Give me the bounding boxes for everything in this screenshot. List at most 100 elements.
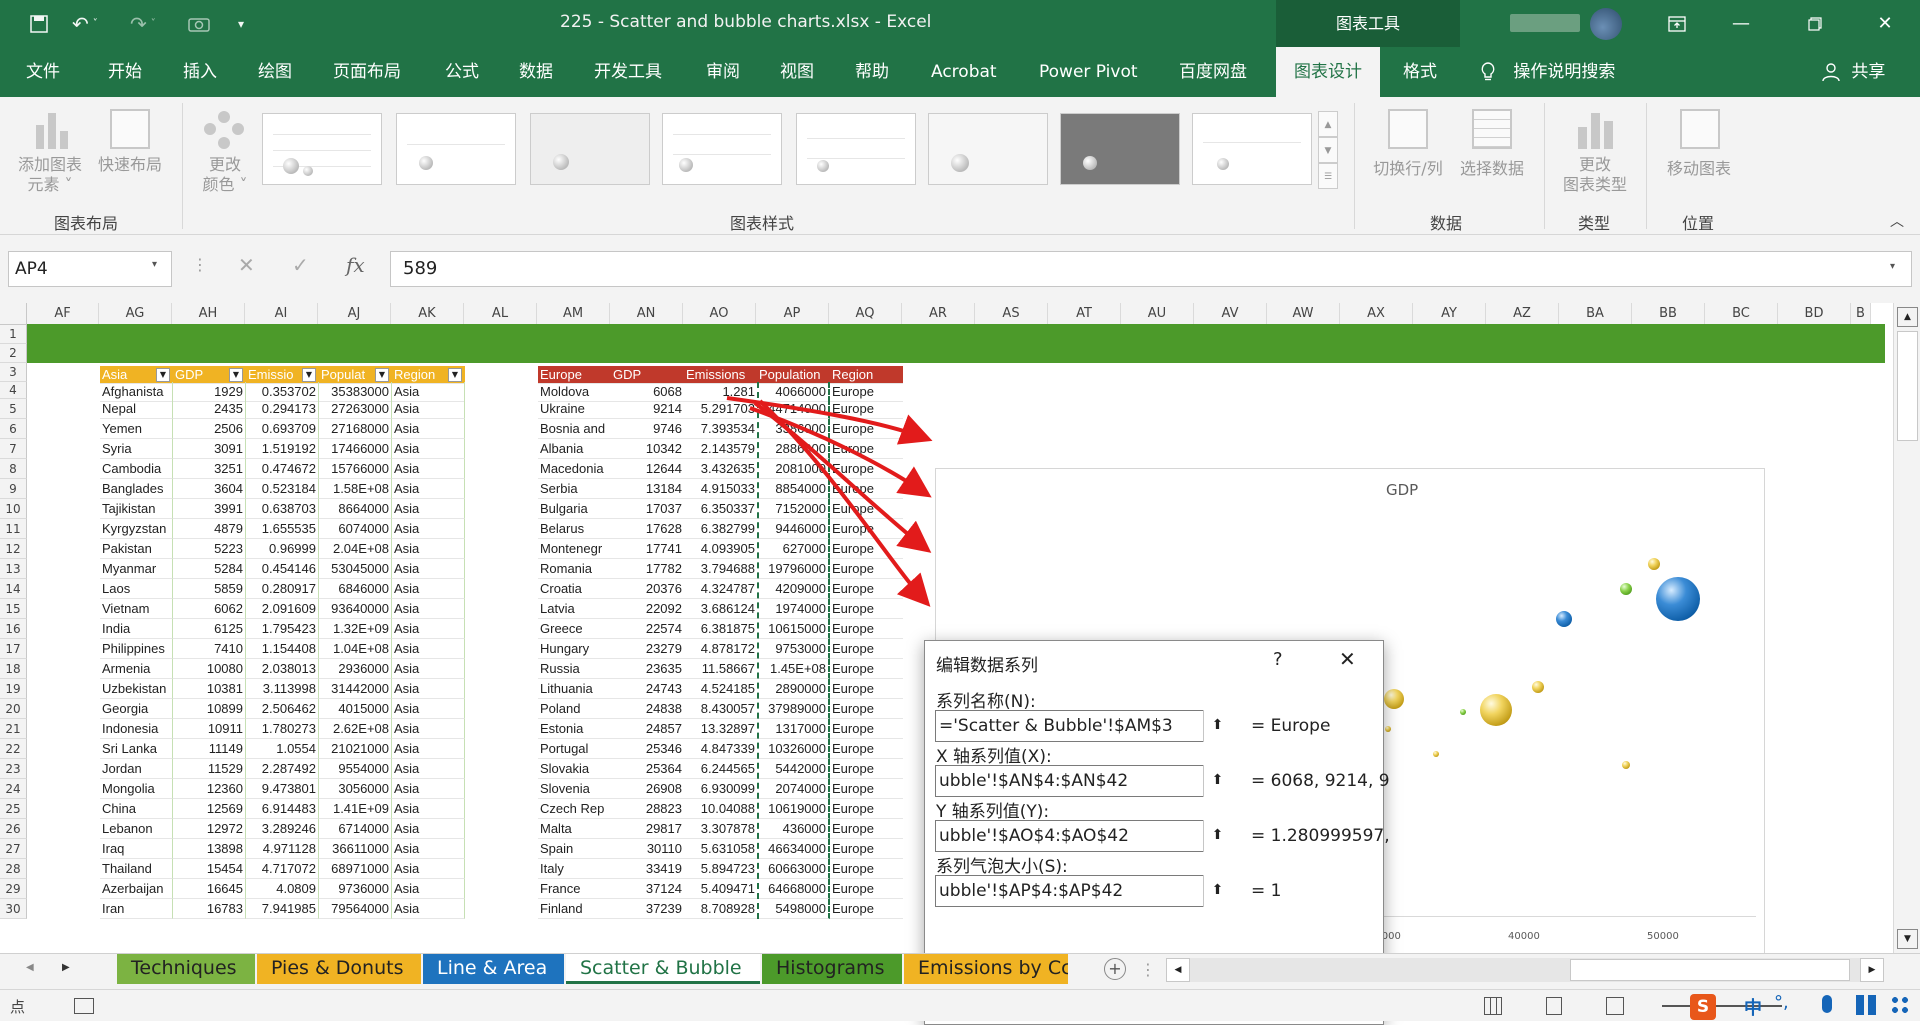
column-header[interactable]: AG <box>99 303 172 325</box>
cell[interactable]: 17628 <box>611 519 684 539</box>
row-header[interactable]: 18 <box>0 659 27 679</box>
cell[interactable]: Asia <box>392 759 465 779</box>
cell[interactable]: 0.693709 <box>246 419 319 439</box>
row-header[interactable]: 2 <box>0 344 27 363</box>
cell[interactable]: Europe <box>830 859 903 879</box>
cell[interactable]: Asia <box>392 519 465 539</box>
cell[interactable]: Malta <box>538 819 611 839</box>
cell[interactable]: 26908 <box>611 779 684 799</box>
cell[interactable]: 12644 <box>611 459 684 479</box>
cell[interactable]: 3.307878 <box>684 819 757 839</box>
cell[interactable]: Asia <box>392 559 465 579</box>
select-all-corner[interactable] <box>0 303 27 325</box>
cell[interactable]: 5859 <box>173 579 246 599</box>
sheet-tab-techniques[interactable]: Techniques <box>117 954 255 984</box>
bubble-point[interactable] <box>1433 751 1439 757</box>
cell[interactable]: 1.795423 <box>246 619 319 639</box>
cell[interactable]: 7410 <box>173 639 246 659</box>
cell[interactable]: 37124 <box>611 879 684 899</box>
cell[interactable]: Slovenia <box>538 779 611 799</box>
cell[interactable]: Portugal <box>538 739 611 759</box>
column-header[interactable]: AX <box>1340 303 1413 325</box>
cell[interactable]: Iraq <box>100 839 173 859</box>
cell[interactable]: Asia <box>392 539 465 559</box>
filter-dropdown-icon[interactable]: ▼ <box>302 368 316 382</box>
row-header[interactable]: 14 <box>0 579 27 599</box>
cell[interactable]: Europe <box>830 499 903 519</box>
chart-style-thumb-1[interactable] <box>262 113 382 185</box>
more-options-icon[interactable]: ⋮ <box>192 255 208 274</box>
page-layout-view-icon[interactable] <box>1546 997 1562 1015</box>
cell[interactable]: 0.96999 <box>246 539 319 559</box>
cell[interactable]: 3.794688 <box>684 559 757 579</box>
column-header[interactable]: AU <box>1121 303 1194 325</box>
cell[interactable]: 17782 <box>611 559 684 579</box>
cell[interactable]: Finland <box>538 899 611 919</box>
dialog-close-icon[interactable]: ✕ <box>1339 647 1356 671</box>
cell[interactable]: 2.506462 <box>246 699 319 719</box>
cell[interactable]: Macedonia <box>538 459 611 479</box>
sheet-tab-emissions[interactable]: Emissions by Cc ... <box>904 954 1068 984</box>
cell[interactable]: 21021000 <box>319 739 392 759</box>
cell[interactable]: Asia <box>392 619 465 639</box>
cell[interactable]: 2506 <box>173 419 246 439</box>
hscroll-right-icon[interactable]: ▶ <box>1860 958 1884 982</box>
minimize-icon[interactable]: — <box>1716 0 1766 47</box>
cell[interactable]: Iran <box>100 899 173 919</box>
cell[interactable]: 17037 <box>611 499 684 519</box>
restore-icon[interactable] <box>1790 0 1840 47</box>
cell[interactable]: 2.038013 <box>246 659 319 679</box>
save-icon[interactable] <box>30 0 48 47</box>
cell[interactable]: 7.941985 <box>246 899 319 919</box>
row-header[interactable]: 17 <box>0 639 27 659</box>
tab-insert[interactable]: 插入 <box>183 47 217 97</box>
cell[interactable]: Ukraine <box>538 399 611 419</box>
cell[interactable]: 27168000 <box>319 419 392 439</box>
cell[interactable]: Cambodia <box>100 459 173 479</box>
column-header[interactable]: AT <box>1048 303 1121 325</box>
cell[interactable]: 5.409471 <box>684 879 757 899</box>
cell[interactable]: 1.58E+08 <box>319 479 392 499</box>
tab-formulas[interactable]: 公式 <box>445 47 479 97</box>
cell[interactable]: 0.454146 <box>246 559 319 579</box>
cell[interactable]: Indonesia <box>100 719 173 739</box>
cell[interactable]: 15454 <box>173 859 246 879</box>
cell[interactable]: 0.523184 <box>246 479 319 499</box>
column-header[interactable]: AW <box>1267 303 1340 325</box>
row-header[interactable]: 5 <box>0 399 27 419</box>
cell[interactable]: 4.717072 <box>246 859 319 879</box>
cell[interactable]: 7.393534 <box>684 419 757 439</box>
share-button[interactable]: 共享 <box>1822 47 1885 97</box>
cell[interactable]: 3251 <box>173 459 246 479</box>
column-header[interactable]: AO <box>683 303 756 325</box>
collapse-dialog-icon[interactable]: ⬆ <box>1203 710 1231 742</box>
cell[interactable]: 4.524185 <box>684 679 757 699</box>
cell[interactable]: 10080 <box>173 659 246 679</box>
cell[interactable]: Europe <box>830 519 903 539</box>
column-header[interactable]: BB <box>1632 303 1705 325</box>
cell[interactable]: 13.32897 <box>684 719 757 739</box>
cell[interactable]: 20376 <box>611 579 684 599</box>
column-header[interactable]: AJ <box>318 303 391 325</box>
bubble-point[interactable] <box>1480 694 1512 726</box>
row-header[interactable]: 15 <box>0 599 27 619</box>
row-header[interactable]: 27 <box>0 839 27 859</box>
cell[interactable]: Europe <box>830 899 903 919</box>
cell[interactable]: 12569 <box>173 799 246 819</box>
cell[interactable]: Poland <box>538 699 611 719</box>
cell[interactable]: Sri Lanka <box>100 739 173 759</box>
cell[interactable]: Spain <box>538 839 611 859</box>
bubble-point[interactable] <box>1656 577 1700 621</box>
column-header[interactable]: AP <box>756 303 829 325</box>
cell[interactable]: Hungary <box>538 639 611 659</box>
column-header[interactable]: AY <box>1413 303 1486 325</box>
cell[interactable]: Europe <box>830 719 903 739</box>
cell[interactable]: 37239 <box>611 899 684 919</box>
tab-draw[interactable]: 绘图 <box>258 47 292 97</box>
filter-dropdown-icon[interactable]: ▼ <box>156 368 170 382</box>
cell[interactable]: 24743 <box>611 679 684 699</box>
cell[interactable]: 36611000 <box>319 839 392 859</box>
cell[interactable]: 2936000 <box>319 659 392 679</box>
cell[interactable]: Tajikistan <box>100 499 173 519</box>
chart-style-thumb-5[interactable] <box>796 113 916 185</box>
